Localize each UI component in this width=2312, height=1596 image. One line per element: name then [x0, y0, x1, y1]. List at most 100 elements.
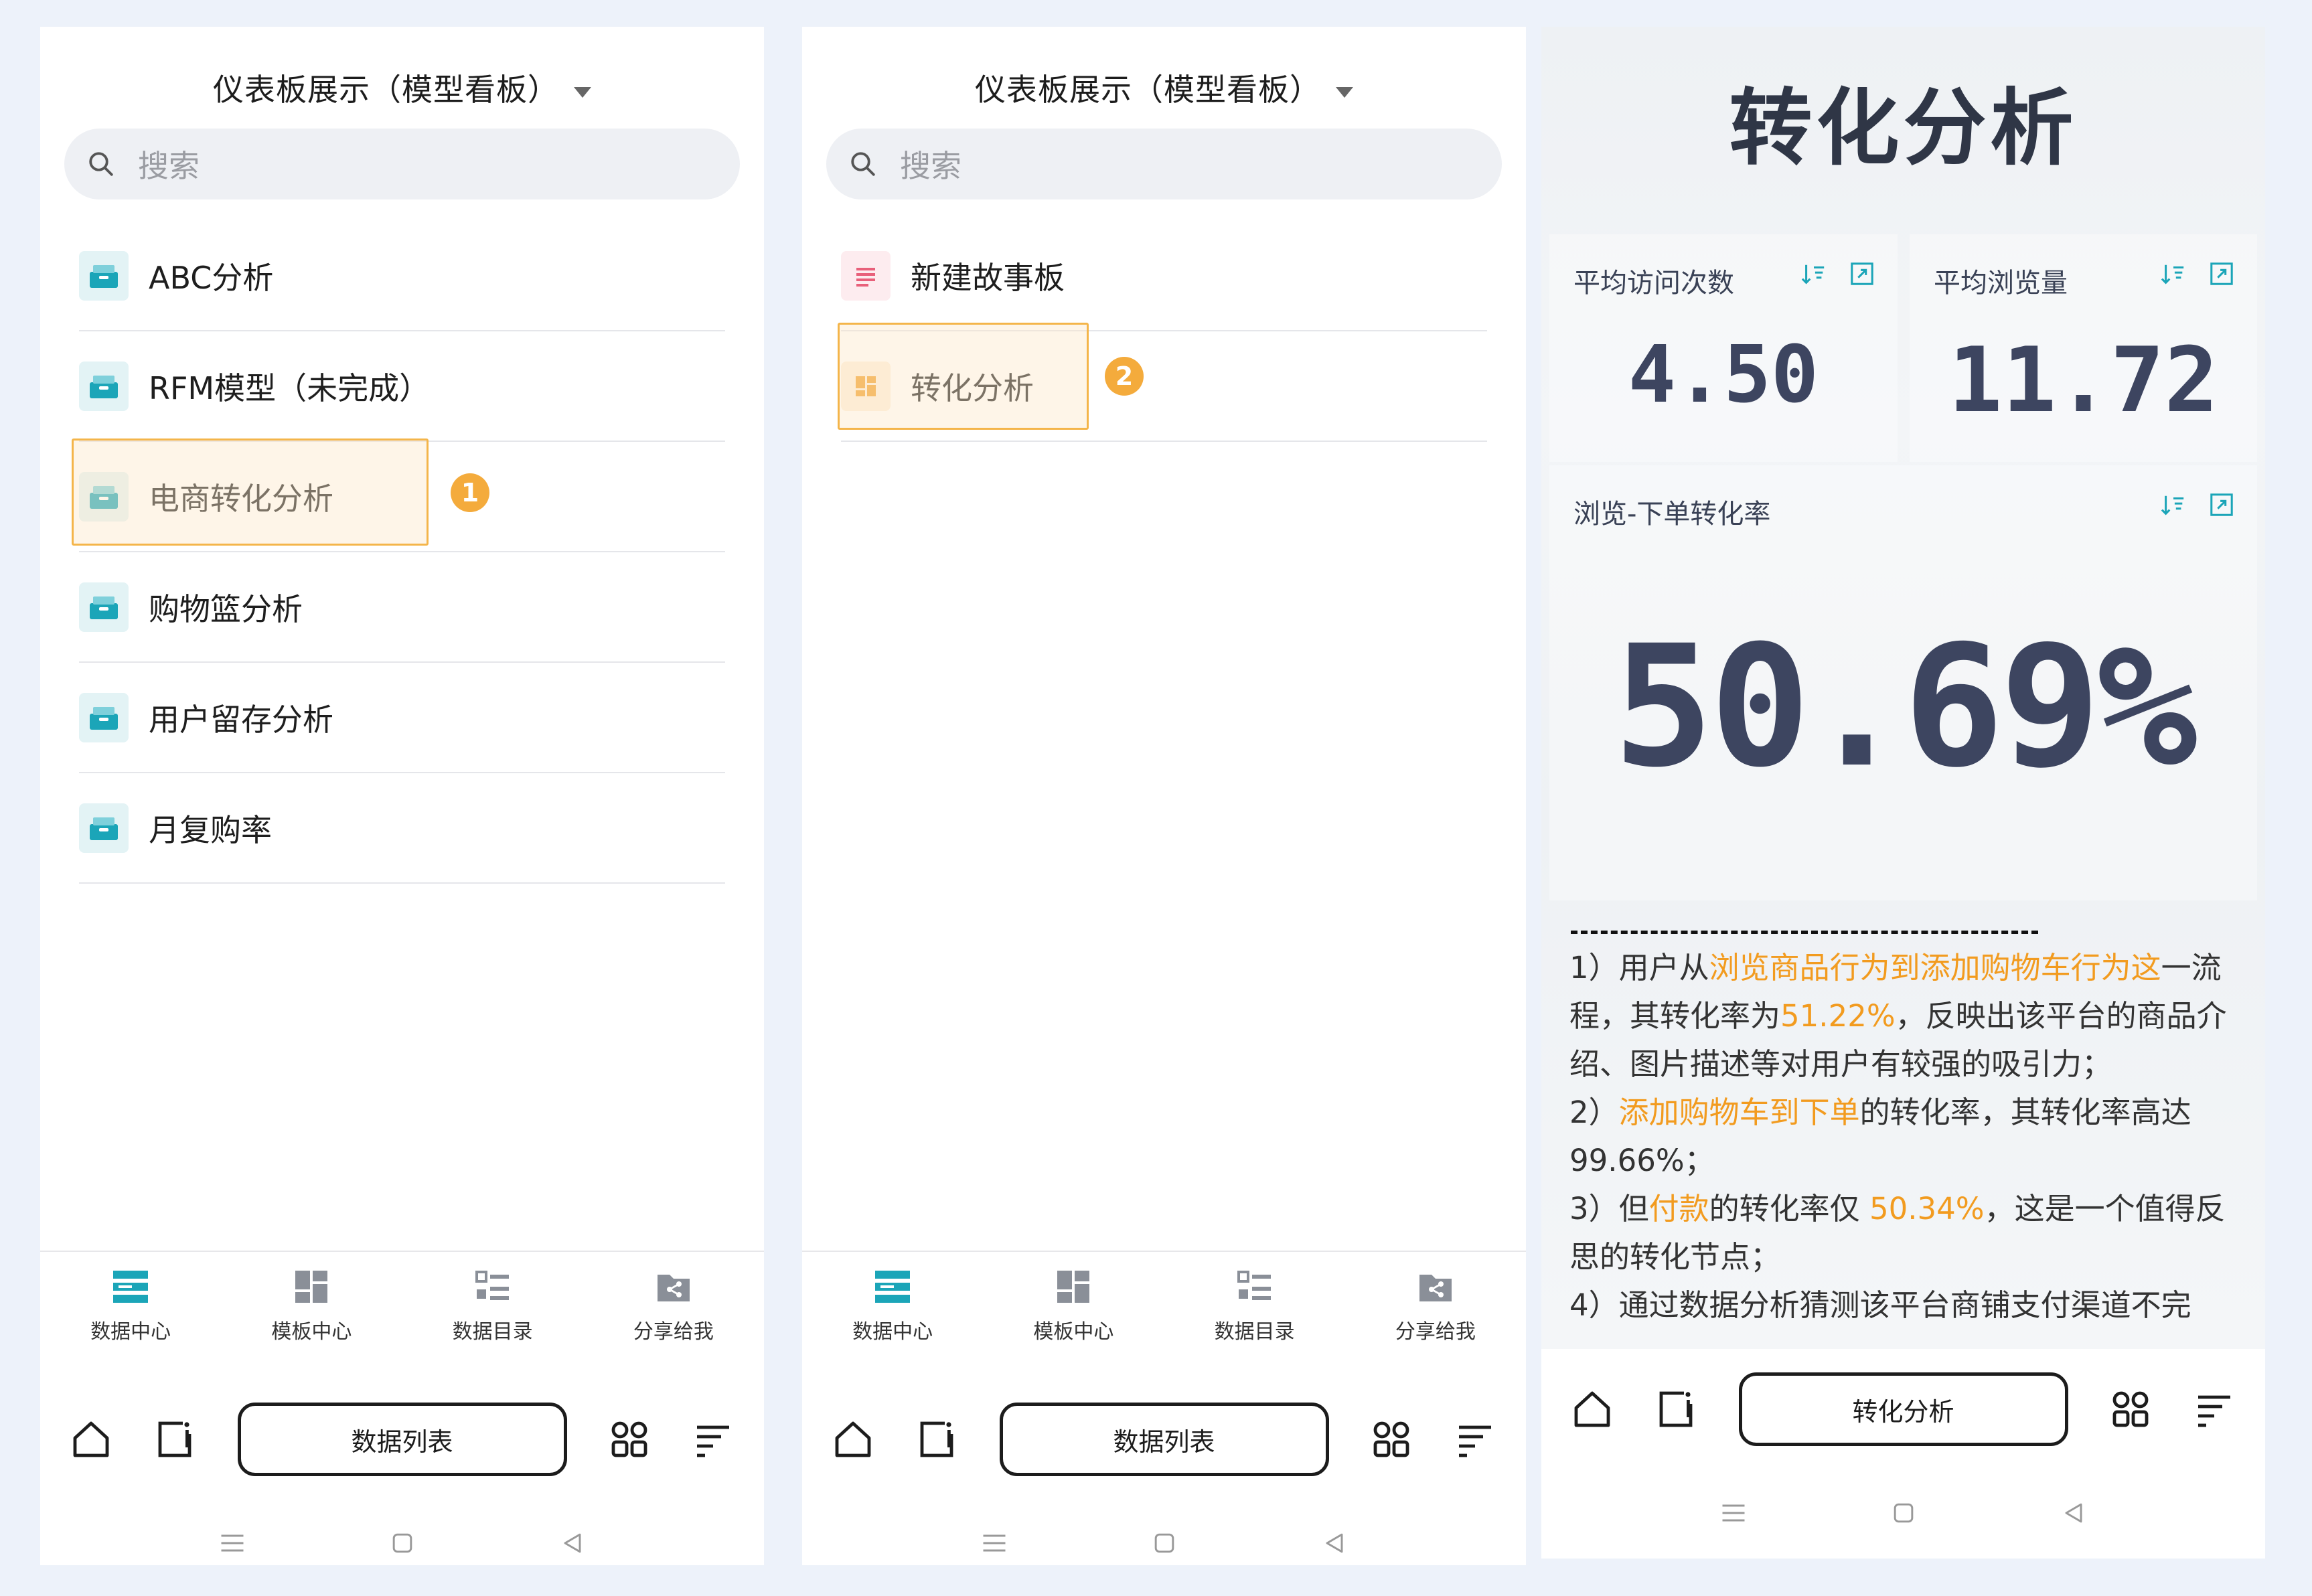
menu-lines-icon[interactable]	[692, 1418, 735, 1461]
list-item-label: 新建故事板	[911, 259, 1065, 296]
system-home-icon[interactable]	[1150, 1528, 1179, 1558]
system-nav-bar	[40, 1520, 764, 1565]
tab-template-center[interactable]: 模板中心	[996, 1267, 1150, 1384]
app-nav-bar: 转化分析	[1541, 1362, 2265, 1456]
chevron-down-icon	[574, 86, 591, 98]
system-home-icon[interactable]	[1889, 1498, 1918, 1528]
list-item-label: 月复购率	[149, 811, 272, 848]
tablet-info-icon[interactable]	[153, 1418, 196, 1461]
page-title[interactable]: 仪表板展示（模型看板）	[802, 66, 1526, 110]
app-nav-bar: 数据列表	[802, 1392, 1526, 1486]
sort-icon[interactable]	[2161, 261, 2186, 287]
page-title-text: 仪表板展示（模型看板）	[975, 72, 1321, 108]
search-placeholder: 搜索	[138, 148, 200, 184]
list-item[interactable]: 购物篮分析	[79, 552, 725, 663]
list-item-label: ABC分析	[149, 259, 274, 296]
system-nav-bar	[802, 1520, 1526, 1565]
page-title-text: 仪表板展示（模型看板）	[213, 72, 559, 108]
recent-apps-icon[interactable]	[980, 1528, 1009, 1558]
selection-highlight	[838, 323, 1089, 430]
list-item-label: RFM模型（未完成）	[149, 370, 431, 406]
dashboard-box-icon	[79, 582, 129, 632]
home-icon[interactable]	[1571, 1388, 1614, 1431]
list-item-label: 购物篮分析	[149, 590, 303, 627]
tab-label: 模板中心	[271, 1320, 352, 1344]
system-home-icon[interactable]	[388, 1528, 417, 1558]
sort-icon[interactable]	[1801, 261, 1827, 287]
search-input[interactable]: 搜索	[826, 129, 1502, 200]
tablet-info-icon[interactable]	[915, 1418, 958, 1461]
back-icon[interactable]	[558, 1528, 587, 1558]
tab-label: 分享给我	[1395, 1320, 1476, 1344]
tab-label: 数据目录	[1214, 1320, 1295, 1344]
kpi-card[interactable]: 平均访问次数 4.50	[1549, 234, 1898, 462]
dashboard-title: 转化分析	[1729, 80, 2078, 177]
data-catalog-icon	[1237, 1271, 1271, 1300]
list-item[interactable]: 月复购率	[79, 773, 725, 884]
list-item[interactable]: ABC分析	[79, 221, 725, 331]
template-center-icon	[1057, 1271, 1090, 1303]
kpi-value: 4.50	[1628, 328, 1819, 420]
tab-label: 数据中心	[852, 1320, 933, 1344]
page-title[interactable]: 仪表板展示（模型看板）	[40, 66, 764, 110]
current-page-button[interactable]: 转化分析	[1738, 1372, 2068, 1446]
kpi-value: 50.69%	[1612, 609, 2198, 804]
tab-label: 数据中心	[90, 1320, 171, 1344]
list-item[interactable]: 新建故事板	[841, 221, 1487, 331]
tab-data-catalog[interactable]: 数据目录	[1178, 1267, 1332, 1384]
search-placeholder: 搜索	[900, 148, 961, 184]
list-item-label: 用户留存分析	[149, 701, 333, 738]
menu-lines-icon[interactable]	[2193, 1388, 2236, 1431]
dashboard-box-icon	[79, 692, 129, 742]
tab-data-center[interactable]: 数据中心	[54, 1267, 208, 1384]
sort-icon[interactable]	[2161, 492, 2186, 517]
selection-highlight	[72, 438, 429, 546]
data-center-icon	[875, 1271, 911, 1303]
screen-dashboard-list: 仪表板展示（模型看板） 搜索 ABC分析 RFM模型（未完成） 电商转化分析 购…	[40, 27, 764, 1565]
search-icon	[89, 152, 113, 176]
step-badge: 2	[1105, 357, 1144, 396]
dashboard-box-icon	[79, 361, 129, 411]
apps-grid-icon[interactable]	[608, 1418, 651, 1461]
home-icon[interactable]	[832, 1418, 874, 1461]
app-nav-bar: 数据列表	[40, 1392, 764, 1486]
search-icon	[851, 152, 875, 176]
tab-data-catalog[interactable]: 数据目录	[416, 1267, 570, 1384]
kpi-card[interactable]: 浏览-下单转化率 50.69%	[1549, 465, 2257, 900]
data-list-button[interactable]: 数据列表	[237, 1403, 567, 1476]
screen-conversion-dashboard: 转化分析 平均访问次数 4.50 平均浏览量 11.72 浏览-下单转化率 50…	[1541, 27, 2265, 1559]
data-catalog-icon	[475, 1271, 509, 1300]
expand-icon[interactable]	[1849, 261, 1875, 287]
kpi-card[interactable]: 平均浏览量 11.72	[1910, 234, 2257, 462]
expand-icon[interactable]	[2209, 261, 2234, 287]
footer: 转化分析	[1541, 1349, 2265, 1559]
tab-shared-with-me[interactable]: 分享给我	[1359, 1267, 1513, 1384]
recent-apps-icon[interactable]	[218, 1528, 247, 1558]
tab-template-center[interactable]: 模板中心	[234, 1267, 388, 1384]
back-icon[interactable]	[1320, 1528, 1349, 1558]
back-icon[interactable]	[2059, 1498, 2088, 1528]
list-item[interactable]: 用户留存分析	[79, 663, 725, 773]
apps-grid-icon[interactable]	[2109, 1388, 2152, 1431]
dashboard-box-icon	[79, 250, 129, 301]
analysis-paragraph: 3）但付款的转化率仅 50.34%，这是一个值得反思的转化节点；	[1569, 1191, 2226, 1275]
tab-label: 数据目录	[452, 1320, 533, 1344]
dashed-divider	[1571, 931, 2038, 936]
screen-dashboard-detail-list: 仪表板展示（模型看板） 搜索 新建故事板 转化分析 2 数据中心 模板中心 数据…	[802, 27, 1526, 1565]
list-item[interactable]: RFM模型（未完成）	[79, 331, 725, 442]
analysis-paragraph: 1）用户从浏览商品行为到添加购物车行为这一流程，其转化率为51.22%，反映出该…	[1569, 950, 2227, 1082]
analysis-paragraph: 4）通过数据分析猜测该平台商铺支付渠道不完	[1569, 1287, 2191, 1323]
home-icon[interactable]	[70, 1418, 112, 1461]
expand-icon[interactable]	[2209, 492, 2234, 517]
tablet-info-icon[interactable]	[1654, 1388, 1697, 1431]
menu-lines-icon[interactable]	[1454, 1418, 1496, 1461]
tab-shared-with-me[interactable]: 分享给我	[597, 1267, 751, 1384]
data-list-button[interactable]: 数据列表	[999, 1403, 1329, 1476]
apps-grid-icon[interactable]	[1370, 1418, 1413, 1461]
tab-label: 模板中心	[1033, 1320, 1114, 1344]
search-input[interactable]: 搜索	[64, 129, 740, 200]
shared-with-me-icon	[657, 1275, 690, 1301]
system-nav-bar	[1541, 1490, 2265, 1536]
recent-apps-icon[interactable]	[1719, 1498, 1748, 1528]
tab-data-center[interactable]: 数据中心	[816, 1267, 970, 1384]
